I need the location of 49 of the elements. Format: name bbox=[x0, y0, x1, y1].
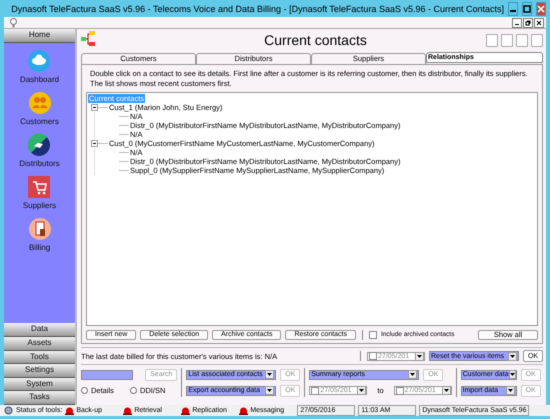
dropdown-arrow-icon[interactable] bbox=[265, 386, 274, 395]
minimize-button[interactable] bbox=[512, 18, 522, 28]
checkbox[interactable] bbox=[369, 352, 377, 360]
checkbox[interactable] bbox=[369, 330, 377, 338]
close-icon bbox=[537, 4, 545, 12]
sidebar-item[interactable]: Suppliers bbox=[22, 200, 56, 210]
network-blocks-icon bbox=[81, 30, 95, 48]
section-button[interactable]: System bbox=[4, 378, 75, 392]
dropdown-arrow-icon[interactable] bbox=[442, 386, 451, 395]
section-button[interactable]: Data bbox=[4, 323, 75, 338]
section-button[interactable]: Tasks bbox=[4, 391, 75, 405]
home-section-button[interactable]: Home bbox=[4, 29, 75, 43]
close-button[interactable] bbox=[534, 18, 544, 28]
invoice-icon[interactable] bbox=[28, 216, 52, 241]
maximize-icon bbox=[523, 4, 531, 12]
dropdown-arrow-icon[interactable] bbox=[508, 370, 516, 379]
handshake-icon[interactable] bbox=[27, 132, 52, 157]
cart-icon[interactable] bbox=[27, 174, 52, 199]
alarm-light-icon bbox=[181, 406, 190, 414]
alarm-light-icon bbox=[239, 406, 248, 414]
close-icon bbox=[536, 20, 542, 26]
alarm-light-icon bbox=[123, 406, 132, 414]
sidebar-item[interactable]: Dashboard bbox=[20, 74, 60, 84]
cloud-icon[interactable] bbox=[27, 48, 52, 73]
section-button[interactable]: Tools bbox=[4, 350, 75, 364]
dropdown-arrow-icon[interactable] bbox=[415, 352, 424, 360]
restore-button[interactable] bbox=[523, 18, 533, 28]
section-button[interactable]: Assets bbox=[4, 337, 75, 351]
restore-icon bbox=[525, 20, 531, 26]
sidebar-item[interactable]: Distributors bbox=[19, 158, 60, 168]
sidebar-item[interactable]: Billing bbox=[28, 242, 50, 252]
collapse-icon[interactable] bbox=[91, 104, 98, 111]
dropdown-arrow-icon[interactable] bbox=[265, 370, 274, 379]
minimize-button[interactable] bbox=[508, 2, 518, 16]
section-button[interactable]: Settings bbox=[4, 364, 75, 378]
alarm-light-icon bbox=[65, 406, 74, 414]
window-title: Dynasoft TeleFactura SaaS v5.96 - Telecoms Voice and Data Billing - [Dynasoft TeleFactura SaaS v5.96 - Current Contacts] bbox=[11, 4, 504, 14]
sidebar-item[interactable]: Customers bbox=[20, 116, 59, 126]
tools-icon bbox=[4, 406, 13, 415]
dropdown-arrow-icon[interactable] bbox=[506, 386, 515, 395]
page-title: Current contacts bbox=[263, 32, 368, 48]
checkbox[interactable] bbox=[396, 386, 404, 394]
maximize-button[interactable] bbox=[522, 2, 532, 16]
dropdown-arrow-icon[interactable] bbox=[408, 370, 418, 379]
checkbox[interactable] bbox=[311, 386, 320, 394]
dropdown-arrow-icon[interactable] bbox=[508, 352, 517, 360]
dropdown-arrow-icon[interactable] bbox=[357, 386, 366, 395]
collapse-icon[interactable] bbox=[91, 140, 98, 147]
search-field[interactable] bbox=[81, 370, 133, 380]
